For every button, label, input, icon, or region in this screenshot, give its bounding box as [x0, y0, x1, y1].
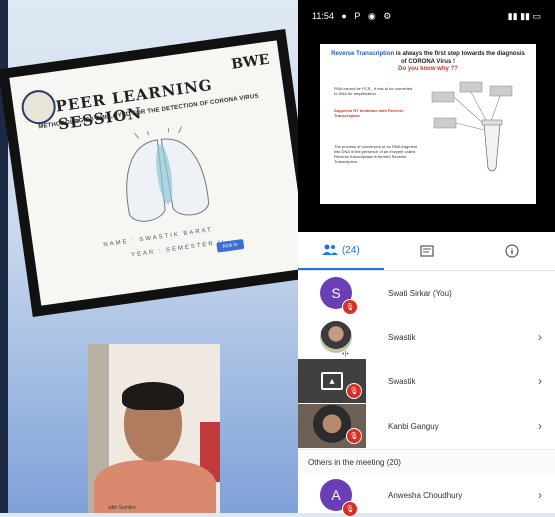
- whatsapp-icon: ◉: [367, 10, 376, 21]
- meet-tabs: (24): [298, 232, 555, 271]
- participant-row[interactable]: ▴ 🎙 Swastik ›: [298, 359, 555, 403]
- clock: 11:54: [312, 10, 334, 21]
- status-bar: 11:54 ● P ◉ ⚙ ▮▮ ▮▮ ▭: [298, 0, 555, 32]
- avatar: [320, 321, 352, 353]
- mic-off-icon: 🎙: [342, 299, 358, 315]
- presented-heading: Reverse Transcription is always the firs…: [331, 51, 525, 65]
- slide-photo: BWE PEER LEARNING SESSION METHODOLOGIES …: [0, 29, 320, 317]
- notification-icon: ●: [341, 10, 347, 21]
- chat-icon: [419, 245, 434, 257]
- presentation-view[interactable]: Reverse Transcription is always the firs…: [298, 32, 555, 232]
- lungs-illustration-icon: [126, 126, 210, 222]
- participant-name: Swastik: [388, 332, 416, 342]
- participant-row[interactable]: A 🎙 Anwesha Choudhury ›: [298, 474, 555, 517]
- camera-tile: 🎙: [298, 404, 366, 448]
- others-section-header: Others in the meeting (20): [298, 449, 555, 474]
- presenting-tile: ▴ 🎙: [298, 359, 366, 403]
- college-logo-icon: [19, 87, 58, 127]
- signal-battery-icon: ▮▮ ▮▮ ▭: [507, 10, 541, 21]
- meet-phone-screen: 11:54 ● P ◉ ⚙ ▮▮ ▮▮ ▭ Reverse Transcript…: [298, 0, 555, 517]
- slide-button[interactable]: Kick in: [216, 238, 245, 253]
- people-count: (24): [341, 244, 360, 256]
- avatar: A 🎙: [320, 479, 358, 517]
- tab-people[interactable]: (24): [298, 232, 384, 270]
- tab-chat[interactable]: [384, 232, 470, 270]
- participant-name: Kanbi Ganguy: [388, 421, 439, 431]
- chevron-right-icon[interactable]: ›: [525, 330, 555, 344]
- people-icon: [321, 244, 338, 255]
- avatar: S 🎙: [320, 277, 358, 315]
- tab-info[interactable]: [469, 232, 555, 270]
- slide-frame: BWE PEER LEARNING SESSION METHODOLOGIES …: [0, 29, 320, 317]
- participant-name: Swastik: [388, 376, 416, 386]
- presented-para-1: RNA cannot be PCR - it has to be convert…: [334, 86, 413, 96]
- chevron-right-icon[interactable]: ›: [525, 374, 555, 388]
- presented-slide: Reverse Transcription is always the firs…: [320, 44, 536, 204]
- participant-row[interactable]: 🎙 Kanbi Ganguy ›: [298, 403, 555, 449]
- slide-content: BWE PEER LEARNING SESSION METHODOLOGIES …: [9, 40, 309, 306]
- chevron-right-icon[interactable]: ›: [525, 419, 555, 433]
- participant-name: Swati Sirkar (You): [388, 288, 452, 298]
- info-icon: [505, 244, 519, 258]
- webcam-caption: sibh Sumitro: [108, 505, 136, 511]
- mic-off-icon: 🎙: [342, 501, 358, 517]
- participant-name: Anwesha Choudhury: [388, 490, 463, 500]
- mic-off-icon: 🎙: [346, 383, 362, 399]
- present-screen-icon: ▴: [321, 372, 343, 390]
- presented-question: Do you know why ??: [398, 66, 458, 72]
- pcr-tube-diagram-icon: [431, 81, 513, 172]
- participant-row[interactable]: S 🎙 Swati Sirkar (You): [298, 271, 555, 315]
- speaking-icon: •|•: [342, 351, 349, 358]
- settings-icon: ⚙: [383, 10, 392, 21]
- chevron-right-icon[interactable]: ›: [525, 488, 555, 502]
- presented-para-2: Suppress RT inhibition with Reverse Tran…: [334, 108, 404, 118]
- webcam-feed: sibh Sumitro: [88, 344, 220, 513]
- presented-para-3: The process of conversion of an RNA frag…: [334, 144, 418, 164]
- p-icon: P: [354, 10, 361, 21]
- mic-off-icon: 🎙: [346, 428, 362, 444]
- participant-row[interactable]: •|• Swastik ›: [298, 315, 555, 359]
